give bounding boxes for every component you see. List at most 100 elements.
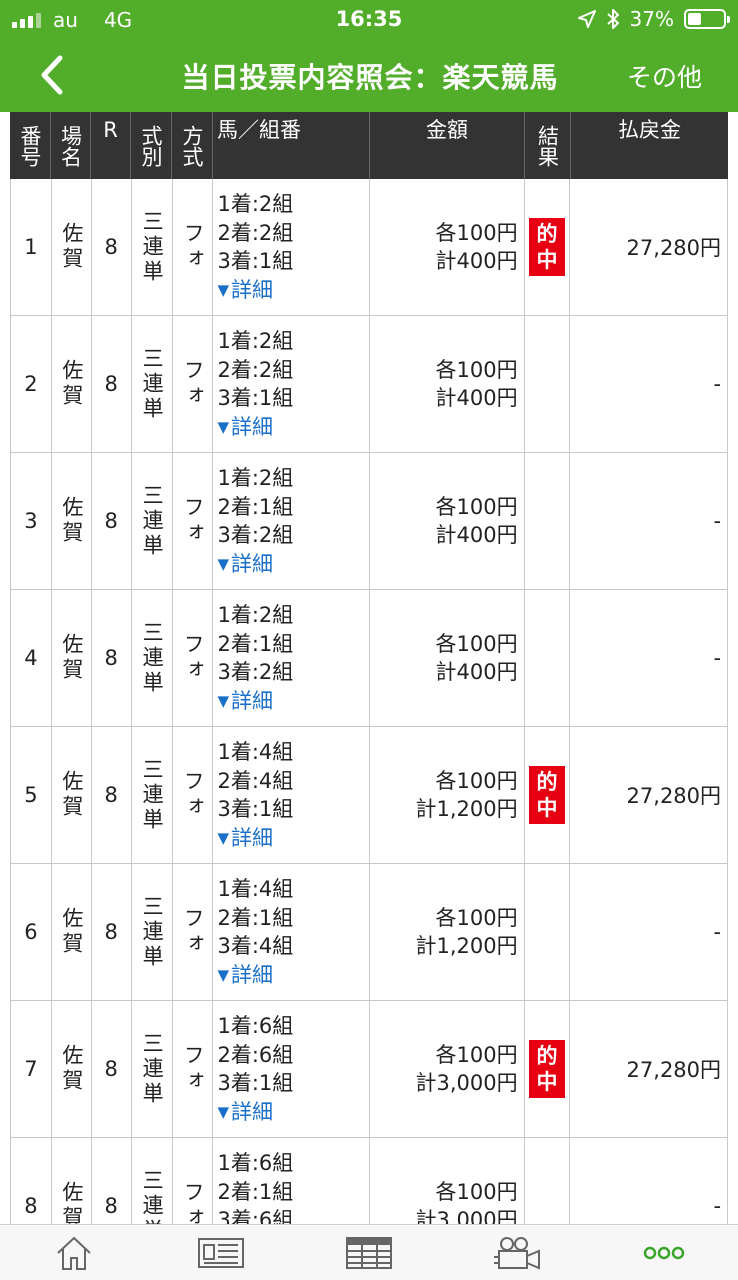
triangle-down-icon: ▼ — [217, 1102, 229, 1121]
combination-line: 3着:4組 — [217, 934, 294, 958]
detail-link[interactable]: ▼ 詳細 — [217, 687, 273, 716]
bet-type-text: 三連単 — [140, 1168, 165, 1225]
back-button[interactable] — [30, 50, 80, 100]
app-header: au 4G 16:35 37% 当日投票内容照会：楽天競馬 その他 — [0, 0, 738, 112]
row-payout: 27,280円 — [626, 784, 722, 808]
row-venue: 佐賀 — [52, 727, 92, 863]
venue-text: 佐賀 — [59, 1044, 84, 1094]
row-bet-type: 三連単 — [132, 590, 173, 726]
venue-text: 佐賀 — [59, 359, 84, 409]
row-method: フォ — [173, 1001, 214, 1137]
method-text: フォ — [181, 1044, 205, 1094]
detail-link[interactable]: ▼ 詳細 — [217, 961, 273, 990]
triangle-down-icon: ▼ — [217, 554, 229, 573]
tab-video[interactable] — [443, 1225, 591, 1280]
amount-each: 各100円 — [435, 1179, 518, 1204]
combination-line: 3着:2組 — [217, 660, 294, 684]
venue-text: 佐賀 — [59, 1181, 84, 1224]
row-venue: 佐賀 — [52, 1138, 92, 1224]
column-header-amount: 金額 — [370, 112, 525, 179]
row-result — [525, 1138, 571, 1224]
hit-badge-text: 中 — [536, 796, 558, 820]
triangle-down-icon: ▼ — [217, 280, 229, 299]
amount-each: 各100円 — [435, 494, 518, 519]
hit-badge-text: 中 — [536, 1070, 558, 1094]
bet-type-text: 三連単 — [140, 1031, 165, 1107]
combination-line: 1着:2組 — [217, 603, 294, 627]
row-combination: 1着:6組 2着:6組 3着:1組 ▼ 詳細 — [213, 1001, 371, 1137]
row-venue: 佐賀 — [52, 453, 92, 589]
combination-line: 3着:1組 — [217, 386, 294, 410]
combination-line: 2着:2組 — [217, 357, 294, 382]
row-result: 的中 — [525, 1001, 571, 1137]
hit-badge: 的中 — [529, 218, 566, 276]
hit-badge: 的中 — [529, 1040, 566, 1098]
row-payout: 27,280円 — [626, 236, 722, 260]
combination-line: 1着:2組 — [217, 466, 294, 490]
detail-link[interactable]: ▼ 詳細 — [217, 276, 273, 305]
video-camera-icon — [493, 1236, 540, 1269]
status-bar: au 4G 16:35 37% — [0, 0, 738, 38]
detail-label: 詳細 — [231, 1099, 273, 1124]
combination-line: 1着:6組 — [217, 1151, 294, 1175]
combination-line: 3着:2組 — [217, 523, 294, 547]
bluetooth-icon — [606, 9, 619, 29]
amount-each: 各100円 — [435, 220, 518, 245]
row-bet-type: 三連単 — [132, 453, 173, 589]
method-text: フォ — [181, 359, 205, 409]
column-header-combination: 馬／組番 — [213, 112, 370, 179]
other-menu-button[interactable]: その他 — [627, 58, 702, 94]
combination-line: 1着:6組 — [217, 1014, 294, 1038]
row-combination: 1着:2組 2着:1組 3着:2組 ▼ 詳細 — [213, 453, 371, 589]
row-number: 3 — [11, 453, 52, 589]
amount-each: 各100円 — [435, 631, 518, 656]
detail-link[interactable]: ▼ 詳細 — [217, 550, 273, 579]
row-amount: 各100円 計1,200円 — [370, 727, 525, 863]
tab-more[interactable] — [590, 1225, 738, 1280]
row-combination: 1着:2組 2着:2組 3着:1組 ▼ 詳細 — [213, 179, 371, 315]
amount-each: 各100円 — [435, 1042, 518, 1067]
battery-icon — [684, 9, 730, 29]
combination-line: 2着:1組 — [217, 905, 294, 930]
home-icon — [57, 1236, 91, 1270]
row-amount: 各100円 計3,000円 — [370, 1001, 525, 1137]
tab-news[interactable] — [148, 1225, 296, 1280]
combination-line: 1着:2組 — [217, 192, 294, 216]
row-venue: 佐賀 — [52, 864, 92, 1000]
detail-label: 詳細 — [231, 825, 273, 850]
tab-home[interactable] — [0, 1225, 148, 1280]
row-payout: - — [713, 1194, 722, 1218]
column-header-number: 番号 — [10, 112, 51, 179]
tab-list[interactable] — [295, 1225, 443, 1280]
location-arrow-icon — [577, 10, 596, 28]
row-payout: - — [713, 646, 722, 670]
row-combination: 1着:4組 2着:4組 3着:1組 ▼ 詳細 — [213, 727, 371, 863]
method-text: フォ — [181, 633, 205, 683]
combination-line: 2着:4組 — [217, 768, 294, 793]
combination-line: 2着:1組 — [217, 1179, 294, 1204]
row-amount: 各100円 計3,000円 — [370, 1138, 525, 1224]
row-race: 8 — [92, 179, 132, 315]
table-row: 5 佐賀 8 三連単 フォ 1着:4組 2着:4組 3着:1組 ▼ 詳細 各100… — [10, 727, 728, 864]
row-race: 8 — [92, 316, 132, 452]
venue-text: 佐賀 — [59, 633, 84, 683]
amount-total: 計1,200円 — [415, 934, 518, 958]
row-bet-type: 三連単 — [132, 864, 173, 1000]
amount-each: 各100円 — [435, 768, 518, 793]
row-number: 4 — [11, 590, 52, 726]
venue-text: 佐賀 — [59, 770, 84, 820]
detail-link[interactable]: ▼ 詳細 — [217, 413, 273, 442]
row-payout: - — [713, 920, 722, 944]
detail-label: 詳細 — [231, 962, 273, 987]
combination-line: 3着:1組 — [217, 249, 294, 273]
hit-badge-text: 的 — [536, 222, 558, 246]
newspaper-icon — [198, 1237, 245, 1268]
row-combination: 1着:2組 2着:1組 3着:2組 ▼ 詳細 — [213, 590, 371, 726]
row-bet-type: 三連単 — [132, 316, 173, 452]
detail-link[interactable]: ▼ 詳細 — [217, 1098, 273, 1127]
bet-type-text: 三連単 — [140, 620, 165, 696]
row-race: 8 — [92, 1001, 132, 1137]
combination-line: 2着:1組 — [217, 631, 294, 656]
detail-link[interactable]: ▼ 詳細 — [217, 824, 273, 853]
row-payout: - — [713, 509, 722, 533]
